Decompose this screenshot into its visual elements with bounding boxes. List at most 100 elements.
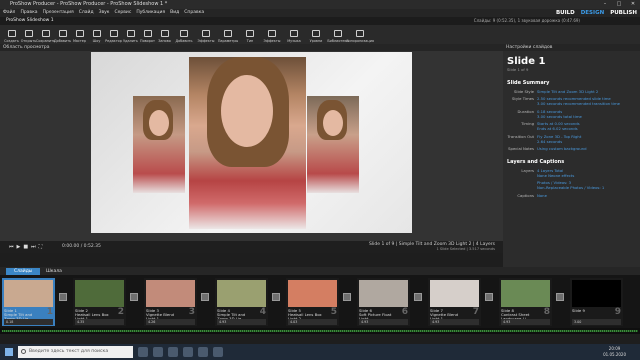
summary-value[interactable]: 4 Layers Total None Neone effects: [537, 168, 640, 178]
menu-slide[interactable]: Слайд: [79, 9, 94, 17]
mail-icon[interactable]: [198, 347, 208, 357]
stop-icon[interactable]: ■: [23, 241, 28, 253]
slide-duration[interactable]: 4.26: [146, 319, 195, 325]
toolbar-button-1[interactable]: Открыть: [20, 25, 37, 44]
slide-card[interactable]: 8Slide 8Contrast Sheet Landscape Li...4.…: [499, 278, 552, 326]
mode-design[interactable]: DESIGN: [581, 9, 604, 17]
rewind-icon[interactable]: ⏮: [9, 241, 14, 253]
slide-card[interactable]: 2Slide 2Heatsail Lens Box Light 14.35: [73, 278, 126, 326]
summary-value[interactable]: 0.18 seconds 3.00 seconds total time: [537, 109, 640, 119]
tab-slides[interactable]: Слайды: [6, 268, 41, 275]
windows-start-icon[interactable]: [5, 348, 13, 356]
toolbar-button-18[interactable]: Синхронизация: [346, 25, 374, 44]
toolbar-label: Создать: [4, 39, 19, 43]
transition-icon[interactable]: [130, 293, 138, 301]
toolbar-button-7[interactable]: Удалить: [122, 25, 139, 44]
menu-presentation[interactable]: Презентация: [43, 9, 74, 17]
slide-duration[interactable]: 3.00: [572, 319, 621, 325]
toolbar-label: Шоу: [92, 39, 101, 43]
menu-sound[interactable]: Звук: [99, 9, 110, 17]
toolbar-button-13[interactable]: Тип: [239, 25, 261, 44]
slide-card[interactable]: 5Slide 5Heatsail Lens Box Light 24.03: [286, 278, 339, 326]
transition-icon[interactable]: [485, 293, 493, 301]
store-icon[interactable]: [183, 347, 193, 357]
close-button[interactable]: ✕: [626, 0, 640, 9]
summary-value-line: Using custom background: [537, 145, 587, 151]
toolbar-button-2[interactable]: Сохранить: [36, 25, 55, 44]
menu-edit[interactable]: Правка: [20, 9, 37, 17]
toolbar-button-12[interactable]: Параметры: [217, 25, 239, 44]
summary-value[interactable]: None: [537, 193, 640, 198]
toolbar-button-3[interactable]: Добавить: [54, 25, 71, 44]
editor-icon: [109, 30, 118, 37]
menu-file[interactable]: Файл: [3, 9, 15, 17]
slide-card[interactable]: 7Slide 7Vignette Blend Light 14.93: [428, 278, 481, 326]
fullscreen-icon[interactable]: ⛶: [39, 241, 43, 253]
timecode: 0:00.00 / 0:52.35: [62, 244, 101, 249]
slide-card[interactable]: 4Slide 4Simple Tilt and Zoom 3D Lig...4.…: [215, 278, 268, 326]
menu-publish[interactable]: Публикация: [136, 9, 165, 17]
transition-icon[interactable]: [201, 293, 209, 301]
menu-bar: Файл Правка Презентация Слайд Звук Серви…: [0, 9, 640, 17]
minimize-button[interactable]: –: [598, 0, 612, 9]
mode-publish[interactable]: PUBLISH: [610, 9, 637, 17]
edge-icon[interactable]: [153, 347, 163, 357]
proshow-icon[interactable]: [213, 347, 223, 357]
slide-duration[interactable]: 4.93: [501, 319, 550, 325]
audio-track[interactable]: [0, 328, 640, 334]
transition-icon[interactable]: [59, 293, 67, 301]
task-view-icon[interactable]: [138, 347, 148, 357]
tab-timeline[interactable]: Шкала: [38, 268, 70, 275]
summary-value[interactable]: Photos / Videos: 3 Non-Replaceable Photos…: [537, 180, 640, 190]
toolbar-button-4[interactable]: Мастер: [71, 25, 88, 44]
slide-duration[interactable]: 0.18: [4, 319, 53, 325]
slide-duration[interactable]: 4.93: [430, 319, 479, 325]
summary-row: Timing Starts at 0.00 seconds Ends at 6.02…: [503, 121, 640, 131]
forward-icon[interactable]: ⏭: [31, 241, 36, 253]
levels-icon: [312, 30, 320, 37]
summary-value[interactable]: Starts at 0.00 seconds Ends at 6.02 secon…: [537, 121, 640, 131]
summary-value[interactable]: Simple Tilt and Zoom 3D Light 2: [537, 89, 640, 94]
clock-date: 01.05.2020: [603, 352, 626, 357]
photo-layer-right[interactable]: [307, 96, 359, 193]
summary-value[interactable]: 2.50 seconds recommended slide time 3.00 …: [537, 96, 640, 106]
toolbar-button-11[interactable]: Эффекты: [195, 25, 217, 44]
toolbar-button-16[interactable]: Уровни: [305, 25, 327, 44]
new-icon: [7, 30, 16, 37]
menu-help[interactable]: Справка: [184, 9, 204, 17]
maximize-button[interactable]: □: [612, 0, 626, 9]
slide-duration[interactable]: 4.03: [288, 319, 337, 325]
toolbar-button-15[interactable]: Музыка: [283, 25, 305, 44]
effects-icon: [202, 30, 210, 37]
summary-value[interactable]: Using custom background: [537, 146, 640, 151]
transition-icon[interactable]: [414, 293, 422, 301]
transition-icon[interactable]: [556, 293, 564, 301]
transition-icon[interactable]: [272, 293, 280, 301]
toolbar-button-8[interactable]: Поворот: [139, 25, 156, 44]
photo-layer-main[interactable]: [189, 57, 306, 229]
slide-card[interactable]: 1Slide 1Simple Tilt and Zoom 3D Lig...0.…: [2, 278, 55, 326]
slide-duration[interactable]: 4.93: [359, 319, 408, 325]
taskbar-search[interactable]: Введите здесь текст для поиска: [18, 346, 133, 358]
explorer-icon[interactable]: [168, 347, 178, 357]
toolbar-button-9[interactable]: Заново: [156, 25, 173, 44]
photo-layer-left[interactable]: [133, 96, 185, 193]
slide-card[interactable]: 3Slide 3Vignette Blend Light 14.26: [144, 278, 197, 326]
play-icon[interactable]: ▶: [17, 241, 21, 253]
menu-service[interactable]: Сервис: [115, 9, 132, 17]
slide-card[interactable]: 6Slide 6Soft Picture Float Light4.93: [357, 278, 410, 326]
mode-build[interactable]: BUILD: [556, 9, 575, 17]
toolbar-button-14[interactable]: Эффекты: [261, 25, 283, 44]
toolbar-label: Параметры: [217, 39, 239, 43]
transition-icon[interactable]: [343, 293, 351, 301]
mode-switcher: BUILD DESIGN PUBLISH: [556, 9, 637, 17]
toolbar-button-6[interactable]: Редактор: [105, 25, 122, 44]
slide-duration[interactable]: 4.93: [217, 319, 266, 325]
menu-view[interactable]: Вид: [170, 9, 179, 17]
slide-card[interactable]: 9 Slide 9 3.00: [570, 278, 623, 326]
toolbar-button-0[interactable]: Создать: [3, 25, 20, 44]
summary-value[interactable]: Fly Zone 3D - Top Right 2.64 seconds: [537, 134, 640, 144]
slide-duration[interactable]: 4.35: [75, 319, 124, 325]
toolbar-button-5[interactable]: Шоу: [88, 25, 105, 44]
toolbar-button-10[interactable]: Добавить: [173, 25, 195, 44]
